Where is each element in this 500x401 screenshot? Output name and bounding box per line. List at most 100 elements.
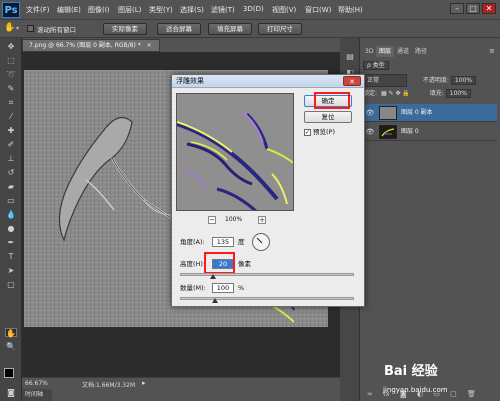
document-tab[interactable]: 7.png @ 66.7% (图层 0 副本, RGB/8) * × [22,39,160,52]
menu-bar: Ps 文件(F) 编辑(E) 图像(I) 图层(L) 类型(Y) 选择(S) 滤… [0,0,500,20]
marquee-tool-icon[interactable]: ⬚ [5,56,17,65]
menu-edit[interactable]: 编辑(E) [57,5,81,15]
delete-layer-icon[interactable]: 🗑 [467,390,476,398]
amount-slider[interactable] [180,297,354,300]
tools-panel: ✥ ⬚ ➰ ✎ ⌗ ⁄ ✚ ✐ ⊥ ↺ ▰ ▭ 💧 ● ✒ T ➤ ▢ ✋ 🔍 … [0,38,22,401]
brush-tool-icon[interactable]: ✐ [5,140,17,149]
menu-layer[interactable]: 图层(L) [118,5,141,15]
menu-image[interactable]: 图像(I) [88,5,110,15]
angle-input[interactable]: 135 [212,237,234,247]
amount-slider-thumb[interactable] [211,298,218,303]
tab-3d[interactable]: 3D [362,46,376,57]
options-bar: ✋ ▾ 滚动所有窗口 实际像素 适合屏幕 填充屏幕 打印尺寸 [0,20,500,38]
layer-thumbnail [379,106,397,120]
layer-kind-dropdown[interactable]: ρ 类型 [363,61,389,70]
ok-highlight-box [314,92,350,109]
panel-menu-icon[interactable]: ≡ [486,46,498,57]
dialog-title-bar[interactable]: 浮雕效果 ✕ [172,75,364,88]
layer-thumbnail [379,125,397,139]
eyedropper-tool-icon[interactable]: ⁄ [5,112,17,121]
close-window-button[interactable]: ✕ [482,3,496,14]
height-slider-thumb[interactable] [210,274,217,279]
zoom-out-button[interactable]: − [208,216,216,224]
zoom-tool-icon[interactable]: 🔍 [5,342,17,351]
menu-select[interactable]: 选择(S) [180,5,204,15]
scroll-all-label: 滚动所有窗口 [37,26,76,34]
close-document-icon[interactable]: × [147,42,152,49]
dialog-title: 浮雕效果 [176,77,204,85]
zoom-level-readout[interactable]: 66.67% [25,380,48,387]
layer-row[interactable]: 👁 图层 0 副本 [363,104,497,122]
tab-channels[interactable]: 通道 [394,46,412,57]
dialog-close-button[interactable]: ✕ [343,76,361,86]
menu-file[interactable]: 文件(F) [26,5,50,15]
lasso-tool-icon[interactable]: ➰ [5,70,17,79]
quick-select-tool-icon[interactable]: ✎ [5,84,17,93]
menu-view[interactable]: 视图(V) [272,5,296,15]
status-bar: 66.67% 文档:1.66M/3.32M ▸ [22,377,340,389]
amount-input[interactable]: 100 [212,283,234,293]
status-menu-arrow-icon[interactable]: ▸ [142,379,146,387]
maximize-button[interactable]: □ [466,3,480,14]
menu-type[interactable]: 类型(Y) [149,5,173,15]
clone-stamp-tool-icon[interactable]: ⊥ [5,154,17,163]
menu-help[interactable]: 帮助(H) [338,5,363,15]
lock-row: 锁定: ▦ ✎ ✥ 🔒 填充: 100% [363,88,471,99]
baidu-watermark-url: jingyan.baidu.com [383,386,448,394]
layer-row[interactable]: 👁 图层 0 [363,123,497,141]
blend-mode-dropdown[interactable]: 正常 [363,74,407,87]
visibility-eye-icon[interactable]: 👁 [365,127,375,137]
actual-pixels-button[interactable]: 实际像素 [103,23,147,35]
preview-label: 预览(P) [313,128,335,136]
filter-preview[interactable] [176,93,294,211]
minimize-button[interactable]: – [450,3,464,14]
document-size-info: 文档:1.66M/3.32M [82,382,136,389]
height-label: 高度(H): [180,260,206,268]
dodge-tool-icon[interactable]: ● [5,224,17,233]
tab-paths[interactable]: 路径 [412,46,430,57]
height-slider[interactable] [180,273,354,276]
fit-screen-button[interactable]: 适合屏幕 [157,23,201,35]
print-size-button[interactable]: 打印尺寸 [258,23,302,35]
type-tool-icon[interactable]: T [5,252,17,261]
pen-tool-icon[interactable]: ✒ [5,238,17,247]
crop-tool-icon[interactable]: ⌗ [5,98,17,107]
fill-input[interactable]: 100% [445,89,471,98]
hand-tool-icon[interactable]: ✋ [5,328,17,338]
path-selection-tool-icon[interactable]: ➤ [5,266,17,275]
history-panel-icon[interactable]: ▤ [344,52,356,62]
blur-tool-icon[interactable]: 💧 [5,210,17,219]
quick-mask-icon[interactable]: ◙ [5,388,17,397]
timeline-tab[interactable]: 时间轴 [22,389,52,401]
preview-checkbox[interactable]: ✓ [304,129,311,136]
angle-unit: 度 [238,238,245,246]
shape-tool-icon[interactable]: ▢ [5,280,17,289]
foreground-color-swatch[interactable] [4,368,14,378]
new-layer-icon[interactable]: ▢ [450,390,457,398]
zoom-in-button[interactable]: + [258,216,266,224]
document-tab-title: 7.png @ 66.7% (图层 0 副本, RGB/8) * [29,42,141,49]
link-layers-icon[interactable]: ∞ [367,390,373,398]
gradient-tool-icon[interactable]: ▭ [5,196,17,205]
scroll-all-checkbox[interactable] [27,25,34,32]
amount-label: 数量(M): [180,284,206,292]
angle-dial[interactable] [252,233,270,251]
preview-image [177,94,293,210]
eraser-tool-icon[interactable]: ▰ [5,182,17,191]
healing-brush-tool-icon[interactable]: ✚ [5,126,17,135]
opacity-input[interactable]: 100% [450,76,477,85]
reset-button[interactable]: 复位 [304,111,352,123]
menu-3d[interactable]: 3D(D) [243,5,264,13]
tool-preset-arrow-icon[interactable]: ▾ [16,25,19,32]
tab-layers[interactable]: 图层 [376,46,395,57]
move-tool-icon[interactable]: ✥ [5,42,17,51]
amount-unit: % [238,284,245,292]
menu-window[interactable]: 窗口(W) [305,5,331,15]
lock-icons[interactable]: ▦ ✎ ✥ 🔒 [381,90,410,97]
menu-filter[interactable]: 滤镜(T) [211,5,235,15]
hand-tool-icon: ✋ [4,23,16,33]
history-brush-tool-icon[interactable]: ↺ [5,168,17,177]
height-highlight-box [204,252,235,274]
fill-screen-button[interactable]: 填充屏幕 [208,23,252,35]
visibility-eye-icon[interactable]: 👁 [365,108,375,118]
